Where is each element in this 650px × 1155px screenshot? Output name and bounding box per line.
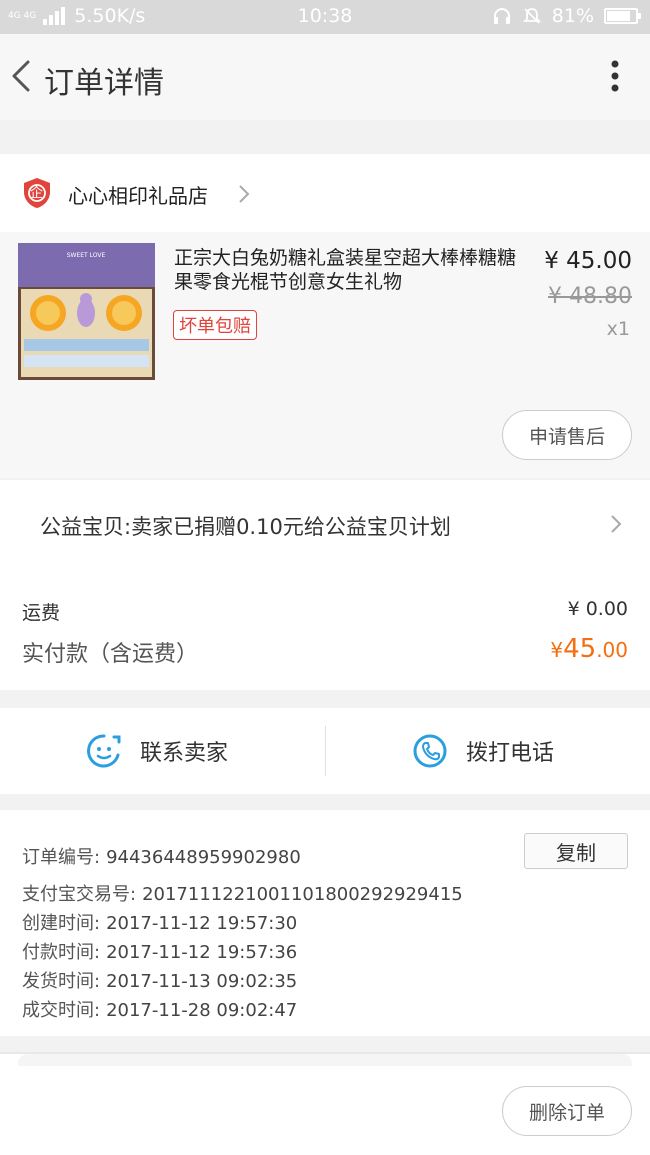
charity-text: 公益宝贝:卖家已捐赠0.10元给公益宝贝计划: [40, 515, 451, 539]
shipped-time-row: 发货时间: 2017-11-13 09:02:35: [22, 967, 297, 993]
partial-card: [18, 1054, 632, 1066]
contact-seller-label: 联系卖家: [140, 741, 229, 766]
page-title: 订单详情: [44, 66, 164, 101]
shipping-label: 运费: [22, 602, 61, 624]
order-number-row: 订单编号: 94436448959902980: [22, 843, 301, 869]
battery-percent: 81%: [551, 5, 594, 27]
order-number-label: 订单编号:: [22, 847, 101, 868]
battery-icon: [604, 8, 641, 24]
status-bar: 4G 4G 5.50K/s 10:38 81%: [0, 0, 650, 34]
shop-row[interactable]: 企 心心相印礼品店: [0, 154, 650, 232]
product-original-price: ¥ 48.80: [548, 284, 632, 309]
shipping-value: ¥ 0.00: [567, 598, 628, 620]
thumb-caption: SWEET LOVE: [67, 252, 106, 259]
totals-section: 运费 ¥ 0.00 实付款（含运费） ¥45.00: [0, 568, 650, 690]
battery-fill: [607, 11, 630, 21]
created-time-value: 2017-11-12 19:57:30: [106, 913, 298, 934]
chevron-right-icon: [239, 185, 250, 203]
paid-currency: ¥: [550, 638, 564, 662]
product-quantity: x1: [606, 318, 630, 340]
contact-divider: [325, 726, 326, 776]
order-number-value: 94436448959902980: [106, 847, 301, 868]
shop-logo-char: 企: [30, 186, 44, 201]
bottom-action-bar: 删除订单: [0, 1054, 650, 1155]
chat-face-icon: [87, 734, 121, 768]
charity-row[interactable]: 公益宝贝:卖家已捐赠0.10元给公益宝贝计划: [0, 480, 650, 568]
paid-time-row: 付款时间: 2017-11-12 19:57:36: [22, 938, 297, 964]
shipped-time-label: 发货时间:: [22, 971, 101, 992]
product-item[interactable]: SWEET LOVE 正宗大白兔奶糖礼盒装星空超大棒棒糖糖果零食光棍节创意女生礼…: [0, 232, 650, 478]
completed-time-value: 2017-11-28 09:02:47: [106, 1000, 298, 1021]
back-arrow-icon[interactable]: [8, 56, 36, 96]
copy-button[interactable]: 复制: [524, 833, 628, 869]
paid-int: 45: [563, 634, 597, 664]
alipay-value: 2017111221001101800292929415: [142, 884, 463, 905]
delete-order-button[interactable]: 删除订单: [502, 1086, 632, 1136]
shipped-time-value: 2017-11-13 09:02:35: [106, 971, 298, 992]
created-time-label: 创建时间:: [22, 913, 101, 934]
paid-label: 实付款（含运费）: [22, 642, 199, 667]
contact-bar: 联系卖家 拨打电话: [0, 708, 650, 794]
completed-time-label: 成交时间:: [22, 1000, 101, 1021]
title-bar: 订单详情: [0, 34, 650, 120]
call-phone-button[interactable]: 拨打电话: [412, 708, 554, 794]
paid-time-value: 2017-11-12 19:57:36: [106, 942, 298, 963]
contact-seller-button[interactable]: 联系卖家: [86, 708, 228, 794]
headphones-icon: [493, 8, 510, 24]
paid-value: ¥45.00: [550, 634, 628, 664]
paid-time-label: 付款时间:: [22, 942, 101, 963]
call-phone-label: 拨打电话: [466, 741, 555, 766]
product-title: 正宗大白兔奶糖礼盒装星空超大棒棒糖糖果零食光棍节创意女生礼物: [174, 247, 517, 293]
chevron-right-icon: [611, 515, 622, 533]
alipay-label: 支付宝交易号:: [22, 884, 137, 905]
phone-icon: [413, 734, 447, 768]
order-info-section: 订单编号: 94436448959902980 复制 支付宝交易号: 2017111…: [0, 810, 650, 1036]
shop-name: 心心相印礼品店: [68, 184, 208, 208]
more-options-icon[interactable]: [610, 58, 620, 98]
status-right: 81%: [492, 5, 641, 27]
after-sale-button[interactable]: 申请售后: [502, 410, 632, 460]
created-time-row: 创建时间: 2017-11-12 19:57:30: [22, 909, 297, 935]
alipay-row: 支付宝交易号: 2017111221001101800292929415: [22, 880, 463, 906]
product-thumbnail: SWEET LOVE: [18, 243, 155, 380]
paid-dec: .00: [596, 638, 628, 662]
completed-time-row: 成交时间: 2017-11-28 09:02:47: [22, 996, 297, 1022]
mute-bell-icon: [522, 8, 541, 24]
product-price: ¥ 45.00: [544, 248, 632, 274]
damage-guarantee-badge: 坏单包赔: [173, 310, 257, 340]
